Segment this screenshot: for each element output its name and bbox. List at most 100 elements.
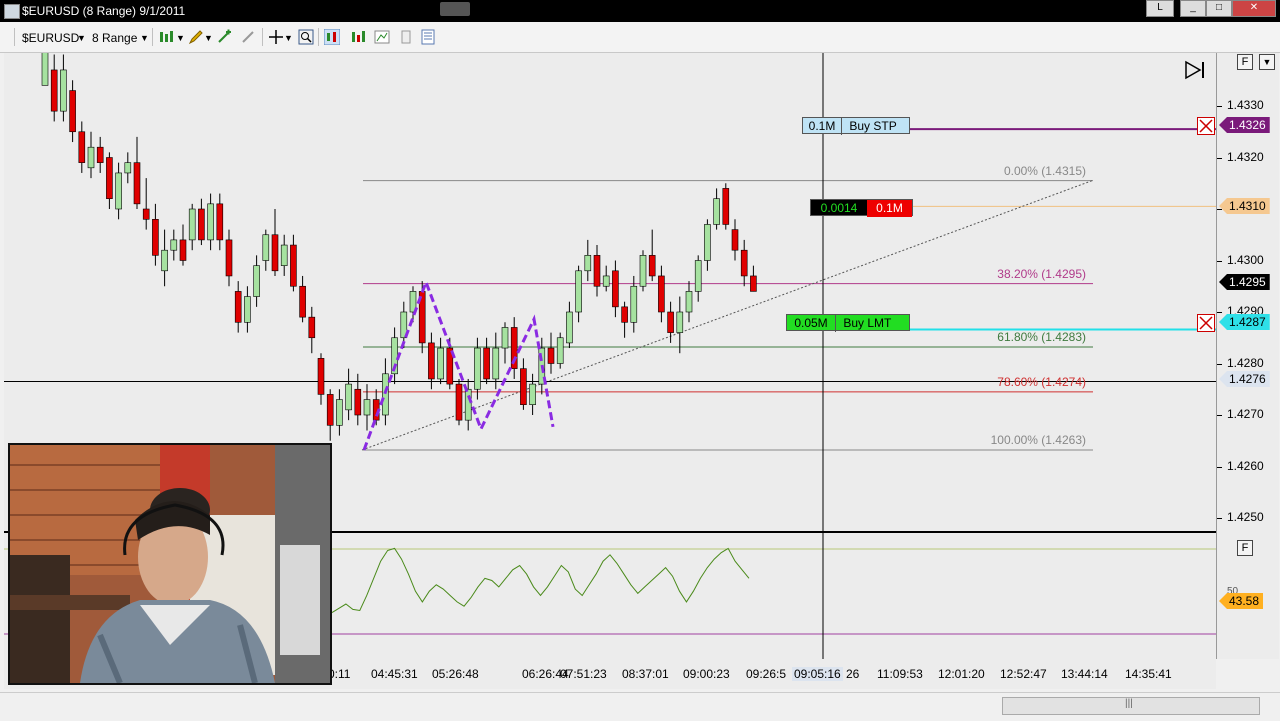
chart-style-icon[interactable] — [158, 29, 174, 45]
candle — [299, 275, 306, 323]
candle-body — [69, 90, 76, 133]
period-dropdown-icon[interactable]: ▼ — [140, 33, 149, 43]
time-tick-label: 09:05:16 — [792, 667, 843, 681]
candle — [575, 265, 582, 323]
horizontal-scrollbar[interactable]: ||| — [0, 692, 1280, 721]
candle-body — [207, 203, 214, 241]
candle-body — [124, 162, 132, 174]
cancel-buy-limit-icon[interactable] — [1197, 314, 1215, 332]
candle-body — [547, 347, 555, 364]
period-selector[interactable]: 8 Range — [92, 31, 137, 45]
price-tick-label: 1.4300 — [1227, 252, 1264, 267]
candle-body — [731, 229, 739, 251]
candle — [188, 203, 196, 251]
candle-body — [290, 244, 297, 287]
candle — [667, 301, 674, 343]
price-tick-mark — [1217, 312, 1222, 313]
window-title: $EURUSD (8 Range) 9/1/2011 — [22, 4, 186, 18]
candle — [78, 121, 86, 173]
candle-body — [308, 316, 316, 339]
panel-f-button-top[interactable]: F — [1237, 54, 1253, 70]
candle — [593, 245, 601, 297]
toolbar-grip — [14, 28, 15, 46]
scroll-to-end-icon[interactable] — [1184, 60, 1210, 80]
candle — [501, 322, 509, 364]
crosshair-dropdown-icon[interactable]: ▼ — [284, 33, 293, 43]
time-tick-label: 26 — [846, 667, 860, 681]
candle-body — [740, 249, 748, 277]
candle — [308, 306, 316, 354]
candle-body — [621, 306, 628, 323]
zoom-icon[interactable] — [298, 29, 314, 45]
candle — [566, 301, 573, 349]
candle — [170, 229, 178, 261]
candle — [621, 301, 628, 338]
crosshair-icon[interactable] — [268, 29, 284, 45]
extra-window-button[interactable]: L — [1146, 0, 1174, 17]
candle — [142, 178, 150, 230]
candle-body — [722, 188, 730, 225]
toolbar-separator — [262, 28, 263, 46]
draw-dropdown-icon[interactable]: ▼ — [204, 33, 213, 43]
cancel-buy-stop-icon[interactable] — [1197, 117, 1215, 135]
toolbar-separator — [318, 28, 319, 46]
price-tick-label: 1.4330 — [1227, 98, 1264, 112]
chart-trader-icon[interactable] — [350, 29, 366, 45]
candle-body — [317, 358, 325, 395]
candle — [510, 317, 518, 379]
copy-icon[interactable] — [398, 29, 414, 45]
candle — [694, 255, 702, 302]
instrument-dropdown-icon[interactable]: ▼ — [77, 33, 86, 43]
panel-f-button-bottom[interactable]: F — [1237, 540, 1253, 556]
candle — [253, 255, 260, 307]
data-box-icon[interactable] — [324, 29, 340, 45]
pencil-icon[interactable] — [188, 29, 204, 45]
candle-body — [593, 255, 601, 287]
candle — [69, 80, 76, 143]
buy-limit-order-label[interactable]: 0.05M Buy LMT — [786, 314, 910, 332]
candle-body — [50, 69, 58, 112]
chart-properties-icon[interactable] — [374, 29, 390, 45]
candle — [529, 373, 536, 415]
candle-body — [133, 162, 141, 205]
close-button[interactable]: ✕ — [1232, 0, 1276, 17]
candle — [207, 193, 214, 251]
minimize-button[interactable]: _ — [1180, 0, 1206, 17]
price-axis[interactable]: 1.43301.43201.43101.43001.42901.42801.42… — [1216, 53, 1279, 659]
maximize-button[interactable]: □ — [1206, 0, 1232, 17]
candle — [648, 229, 656, 282]
candle-body — [492, 347, 500, 380]
chart-style-dropdown-icon[interactable]: ▼ — [176, 33, 185, 43]
fib-level-label: 38.20% (1.4295) — [997, 266, 1086, 281]
position-label[interactable]: 0.0014 0.1M — [810, 199, 913, 217]
template-icon[interactable] — [420, 29, 436, 45]
candle-body — [437, 347, 444, 380]
candle-body — [170, 239, 178, 251]
time-tick-label: 08:37:01 — [622, 667, 669, 681]
price-tick-label: 1.4260 — [1227, 458, 1264, 473]
buy-limit-price-marker: 1.4287 — [1219, 314, 1270, 330]
candle-body — [345, 383, 352, 411]
candle-body — [225, 239, 233, 277]
panel-dropdown-button[interactable]: ▼ — [1259, 54, 1275, 70]
candle — [428, 332, 435, 390]
candle — [409, 286, 417, 323]
candle — [152, 203, 159, 266]
position-price-marker: 1.4310 — [1219, 198, 1270, 214]
candle-body — [336, 399, 343, 426]
strategy-icon[interactable] — [240, 29, 256, 45]
time-tick-label: 12:52:47 — [1000, 667, 1047, 681]
price-tick-mark — [1217, 260, 1222, 262]
scrollbar-thumb[interactable]: ||| — [1002, 697, 1260, 715]
candle — [317, 353, 325, 405]
time-tick-label: 12:01:20 — [938, 667, 985, 681]
buy-stop-order-label[interactable]: 0.1M Buy STP — [802, 117, 910, 135]
candle-body — [667, 311, 674, 333]
instrument-selector[interactable]: $EURUSD — [22, 31, 79, 45]
candle-body — [354, 388, 362, 416]
price-tick-label: 1.4280 — [1227, 355, 1264, 370]
candle-body — [382, 373, 389, 416]
add-indicator-icon[interactable] — [216, 29, 232, 45]
price-tick-label: 1.4250 — [1227, 510, 1264, 524]
candle-body — [520, 368, 527, 405]
